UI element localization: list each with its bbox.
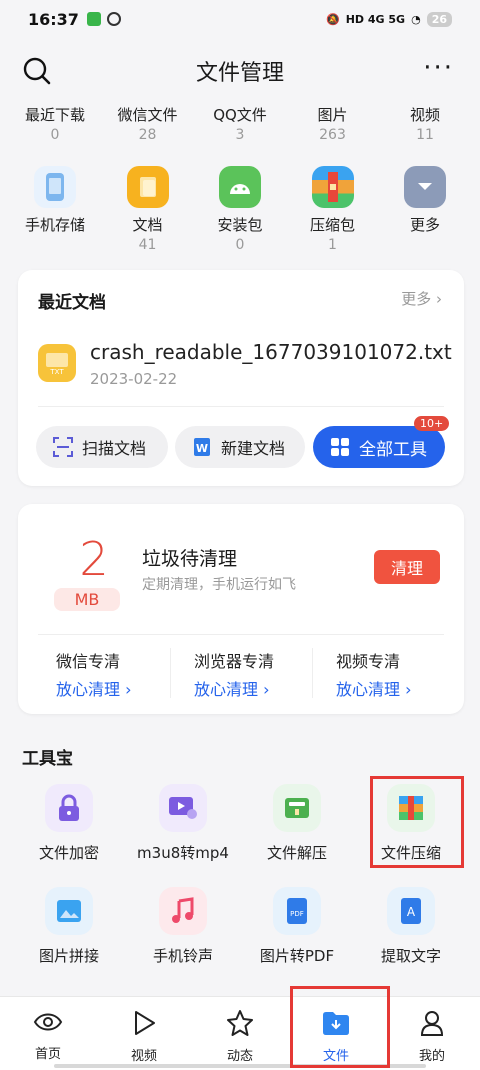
battery-indicator: 26	[426, 11, 452, 27]
divider	[170, 648, 171, 698]
junk-subtitle: 定期清理，手机运行如飞	[142, 577, 296, 593]
network-indicator: HD 4G 5G	[345, 12, 406, 26]
junk-title: 垃圾待清理	[142, 548, 238, 570]
phone-storage-icon	[34, 166, 76, 208]
page-title: 文件管理	[195, 61, 284, 86]
q-notification-icon	[106, 12, 121, 26]
scan-document-button[interactable]: 扫描文档	[36, 426, 168, 468]
documents-icon	[126, 166, 169, 208]
tile-archives[interactable]: 压缩包 1	[292, 166, 374, 253]
tool-image-to-pdf[interactable]: PDF 图片转PDF	[240, 887, 354, 966]
safe-clean-link[interactable]: 放心清理 ›	[336, 676, 412, 700]
recent-file-name[interactable]: crash_readable_1677039101072.txt	[90, 340, 452, 364]
eye-icon	[33, 1013, 63, 1031]
app-header: 文件管理 ···	[0, 44, 480, 98]
safe-clean-link[interactable]: 放心清理 ›	[194, 676, 274, 700]
svg-text:PDF: PDF	[290, 910, 304, 918]
recent-documents-title: 最近文档	[38, 293, 106, 313]
android-icon	[219, 166, 261, 208]
safe-clean-link[interactable]: 放心清理 ›	[56, 676, 132, 700]
play-icon	[135, 1011, 155, 1035]
highlight-box-compress	[370, 776, 464, 868]
nav-home[interactable]: 首页	[0, 997, 96, 1070]
divider	[38, 406, 444, 407]
svg-text:TXT: TXT	[49, 368, 64, 376]
more-menu-icon[interactable]: ···	[423, 55, 454, 81]
quick-images[interactable]: 图片 263	[294, 104, 372, 143]
nav-video[interactable]: 视频	[96, 997, 192, 1070]
image-stitch-icon	[45, 887, 93, 935]
tool-image-stitch[interactable]: 图片拼接	[12, 887, 126, 966]
divider	[38, 634, 444, 635]
unzip-icon	[273, 784, 321, 832]
chevron-right-icon: ›	[436, 290, 442, 308]
status-time: 16:37	[28, 9, 79, 29]
tool-file-unzip[interactable]: 文件解压	[240, 784, 354, 863]
quick-recent-downloads[interactable]: 最近下载 0	[16, 104, 94, 143]
clean-button[interactable]: 清理	[374, 550, 440, 584]
new-document-button[interactable]: W 新建文档	[175, 426, 305, 468]
nav-profile[interactable]: 我的	[384, 997, 480, 1070]
person-icon	[420, 1011, 444, 1036]
tile-documents[interactable]: 文档 41	[107, 166, 189, 253]
text-extract-icon: A	[387, 887, 435, 935]
wechat-clean-item[interactable]: 微信专清 放心清理 ›	[56, 648, 132, 700]
more-chevron-icon	[404, 166, 446, 208]
grid-icon	[331, 438, 349, 456]
mute-icon: 🔕	[326, 12, 340, 26]
nav-feed[interactable]: 动态	[192, 997, 288, 1070]
quick-wechat-files[interactable]: 微信文件 28	[109, 104, 187, 143]
lock-icon	[45, 784, 93, 832]
pdf-icon: PDF	[273, 887, 321, 935]
recent-more-link[interactable]: 更多 ›	[401, 288, 442, 309]
quick-categories: 最近下载 0 微信文件 28 QQ文件 3 图片 263 视频 11	[0, 104, 480, 143]
scan-icon	[53, 437, 73, 457]
app-notification-icon	[86, 12, 101, 26]
junk-size-unit: MB	[54, 588, 120, 611]
video-convert-icon	[159, 784, 207, 832]
divider	[312, 648, 313, 698]
recent-file-date: 2023-02-22	[90, 370, 178, 388]
tool-extract-text[interactable]: A 提取文字	[354, 887, 468, 966]
svg-text:A: A	[407, 905, 416, 919]
browser-clean-item[interactable]: 浏览器专清 放心清理 ›	[194, 648, 274, 700]
tools-section-title: 工具宝	[22, 749, 73, 769]
highlight-box-files-tab	[290, 986, 390, 1068]
tool-file-encrypt[interactable]: 文件加密	[12, 784, 126, 863]
tile-phone-storage[interactable]: 手机存储	[14, 166, 96, 253]
quick-videos[interactable]: 视频 11	[386, 104, 464, 143]
junk-clean-card: 2 MB 垃圾待清理 定期清理，手机运行如飞 清理 微信专清 放心清理 › 浏览…	[18, 504, 464, 714]
word-doc-icon: W	[194, 438, 210, 456]
star-icon	[227, 1010, 253, 1036]
tile-more[interactable]: 更多	[384, 166, 466, 253]
tile-apk[interactable]: 安装包 0	[199, 166, 281, 253]
search-icon[interactable]	[22, 56, 52, 86]
quick-qq-files[interactable]: QQ文件 3	[201, 104, 279, 143]
archive-icon	[311, 166, 354, 208]
all-tools-button[interactable]: 全部工具	[313, 426, 445, 468]
recent-documents-card: 最近文档 更多 › TXT crash_readable_16770391010…	[18, 270, 464, 486]
video-clean-item[interactable]: 视频专清 放心清理 ›	[336, 648, 412, 700]
status-bar: 16:37 🔕 HD 4G 5G ◔ 26	[0, 0, 480, 38]
tools-count-badge: 10+	[414, 416, 450, 431]
txt-file-icon: TXT	[38, 344, 76, 382]
category-tiles: 手机存储 文档 41 安装包 0 压缩包 1 更多	[0, 166, 480, 253]
music-note-icon	[159, 887, 207, 935]
tool-m3u8-to-mp4[interactable]: m3u8转mp4	[126, 784, 240, 863]
wifi-icon: ◔	[411, 12, 421, 26]
svg-text:W: W	[196, 442, 208, 455]
bottom-nav: 首页 视频 动态 文件 我的	[0, 996, 480, 1070]
tool-ringtone[interactable]: 手机铃声	[126, 887, 240, 966]
junk-size-value: 2	[79, 532, 109, 586]
